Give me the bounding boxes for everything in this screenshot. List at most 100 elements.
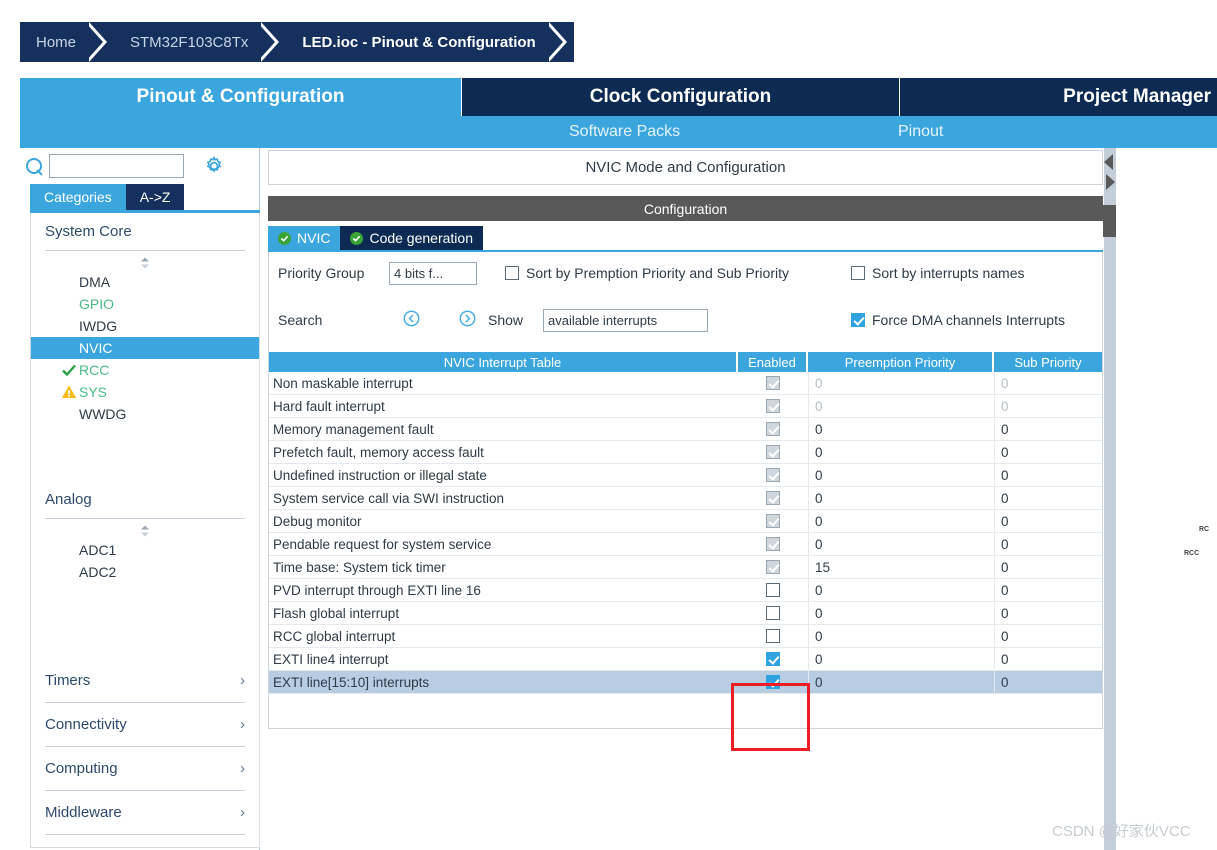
sort-names-checkbox-row[interactable]: Sort by interrupts names [851,265,1025,281]
row-sub-priority[interactable]: 0 [994,510,1102,532]
enabled-checkbox[interactable] [766,422,780,436]
sidebar-item-iwdg[interactable]: IWDG [31,315,259,337]
table-row[interactable]: Pendable request for system service 0 0 [269,533,1102,556]
sort-premption-checkbox-row[interactable]: Sort by Premption Priority and Sub Prior… [505,265,789,281]
enabled-checkbox[interactable] [766,537,780,551]
priority-group-select[interactable]: 4 bits f... ⱟ [389,262,477,285]
tab-project-manager[interactable]: Project Manager [900,78,1217,116]
row-preemption-priority[interactable]: 0 [808,464,994,486]
enabled-checkbox[interactable] [766,514,780,528]
table-row[interactable]: Time base: System tick timer 15 0 [269,556,1102,579]
enabled-checkbox[interactable] [766,468,780,482]
table-row[interactable]: System service call via SWI instruction … [269,487,1102,510]
sidebar-item-nvic[interactable]: NVIC [31,337,259,359]
expand-right-icon[interactable] [1106,174,1115,190]
sidebar-item-adc2[interactable]: ADC2 [31,561,259,583]
column-header-sub-priority[interactable]: Sub Priority [994,352,1102,372]
row-sub-priority[interactable]: 0 [994,418,1102,440]
breadcrumb-item-mcu[interactable]: STM32F103C8Tx [112,22,262,62]
table-row[interactable]: EXTI line[15:10] interrupts 0 0 [269,671,1102,694]
row-enabled-cell[interactable] [738,671,808,693]
category-header-connectivity[interactable]: Connectivity › [45,703,245,747]
row-preemption-priority[interactable]: 0 [808,372,994,394]
row-enabled-cell[interactable] [738,533,808,555]
enabled-checkbox[interactable] [766,445,780,459]
search-previous-icon[interactable] [403,310,420,327]
table-row[interactable]: RCC global interrupt 0 0 [269,625,1102,648]
row-sub-priority[interactable]: 0 [994,372,1102,394]
scroll-spinner-icon[interactable] [31,255,259,271]
row-sub-priority[interactable]: 0 [994,487,1102,509]
table-row[interactable]: Non maskable interrupt 0 0 [269,372,1102,395]
enabled-checkbox[interactable] [766,606,780,620]
sidebar-tab-categories[interactable]: Categories [30,184,126,210]
row-enabled-cell[interactable] [738,418,808,440]
enabled-checkbox[interactable] [766,652,780,666]
row-preemption-priority[interactable]: 0 [808,487,994,509]
column-header-enabled[interactable]: Enabled [738,352,808,372]
search-next-icon[interactable] [459,310,476,327]
sub-nav-pinout[interactable]: ⱟ Pinout [890,116,943,148]
enabled-checkbox[interactable] [766,675,780,689]
enabled-checkbox[interactable] [766,560,780,574]
panel-splitter-grip[interactable] [1103,205,1116,237]
sub-nav-software-packs[interactable]: ⱟ Software Packs [561,116,680,148]
tab-pinout-configuration[interactable]: Pinout & Configuration [20,78,462,116]
enabled-checkbox[interactable] [766,491,780,505]
row-sub-priority[interactable]: 0 [994,441,1102,463]
category-header-middleware[interactable]: Middleware › [45,791,245,835]
sidebar-tab-a-to-z[interactable]: A->Z [126,184,185,210]
row-enabled-cell[interactable] [738,648,808,670]
row-preemption-priority[interactable]: 0 [808,579,994,601]
row-preemption-priority[interactable]: 0 [808,671,994,693]
sidebar-item-dma[interactable]: DMA [31,271,259,293]
row-preemption-priority[interactable]: 0 [808,395,994,417]
category-header-computing[interactable]: Computing › [45,747,245,791]
row-enabled-cell[interactable] [738,579,808,601]
row-sub-priority[interactable]: 0 [994,648,1102,670]
row-sub-priority[interactable]: 0 [994,579,1102,601]
row-sub-priority[interactable]: 0 [994,671,1102,693]
enabled-checkbox[interactable] [766,399,780,413]
sidebar-item-wwdg[interactable]: WWDG [31,403,259,425]
row-preemption-priority[interactable]: 0 [808,418,994,440]
row-preemption-priority[interactable]: 15 [808,556,994,578]
table-row[interactable]: PVD interrupt through EXTI line 16 0 0 [269,579,1102,602]
row-sub-priority[interactable]: 0 [994,556,1102,578]
row-sub-priority[interactable]: 0 [994,625,1102,647]
sidebar-item-gpio[interactable]: GPIO [31,293,259,315]
force-dma-checkbox[interactable] [851,313,865,327]
row-sub-priority[interactable]: 0 [994,602,1102,624]
scroll-spinner-icon[interactable] [31,523,259,539]
column-header-name[interactable]: NVIC Interrupt Table [269,352,738,372]
column-header-preemption-priority[interactable]: Preemption Priority [808,352,994,372]
category-header-system-core[interactable]: System Core ⱟ [45,213,245,251]
show-select[interactable]: available interrupts ⱟ [543,309,708,332]
row-preemption-priority[interactable]: 0 [808,441,994,463]
row-enabled-cell[interactable] [738,441,808,463]
row-enabled-cell[interactable] [738,487,808,509]
row-sub-priority[interactable]: 0 [994,395,1102,417]
category-header-analog[interactable]: Analog ⱟ [45,481,245,519]
row-enabled-cell[interactable] [738,556,808,578]
breadcrumb-item-current[interactable]: LED.ioc - Pinout & Configuration [284,22,549,62]
force-dma-checkbox-row[interactable]: Force DMA channels Interrupts [851,312,1065,328]
panel-splitter[interactable] [1103,148,1116,850]
row-preemption-priority[interactable]: 0 [808,602,994,624]
table-row[interactable]: Prefetch fault, memory access fault 0 0 [269,441,1102,464]
row-preemption-priority[interactable]: 0 [808,625,994,647]
row-enabled-cell[interactable] [738,510,808,532]
breadcrumb-item-home[interactable]: Home [20,22,90,62]
config-tab-code-generation[interactable]: Code generation [340,226,483,250]
row-preemption-priority[interactable]: 0 [808,648,994,670]
table-row[interactable]: Flash global interrupt 0 0 [269,602,1102,625]
category-header-timers[interactable]: Timers › [45,659,245,703]
enabled-checkbox[interactable] [766,583,780,597]
sidebar-item-sys[interactable]: SYS [31,381,259,403]
table-row[interactable]: Memory management fault 0 0 [269,418,1102,441]
table-row[interactable]: EXTI line4 interrupt 0 0 [269,648,1102,671]
row-enabled-cell[interactable] [738,625,808,647]
row-enabled-cell[interactable] [738,372,808,394]
collapse-left-icon[interactable] [1104,154,1113,170]
sidebar-item-adc1[interactable]: ADC1 [31,539,259,561]
